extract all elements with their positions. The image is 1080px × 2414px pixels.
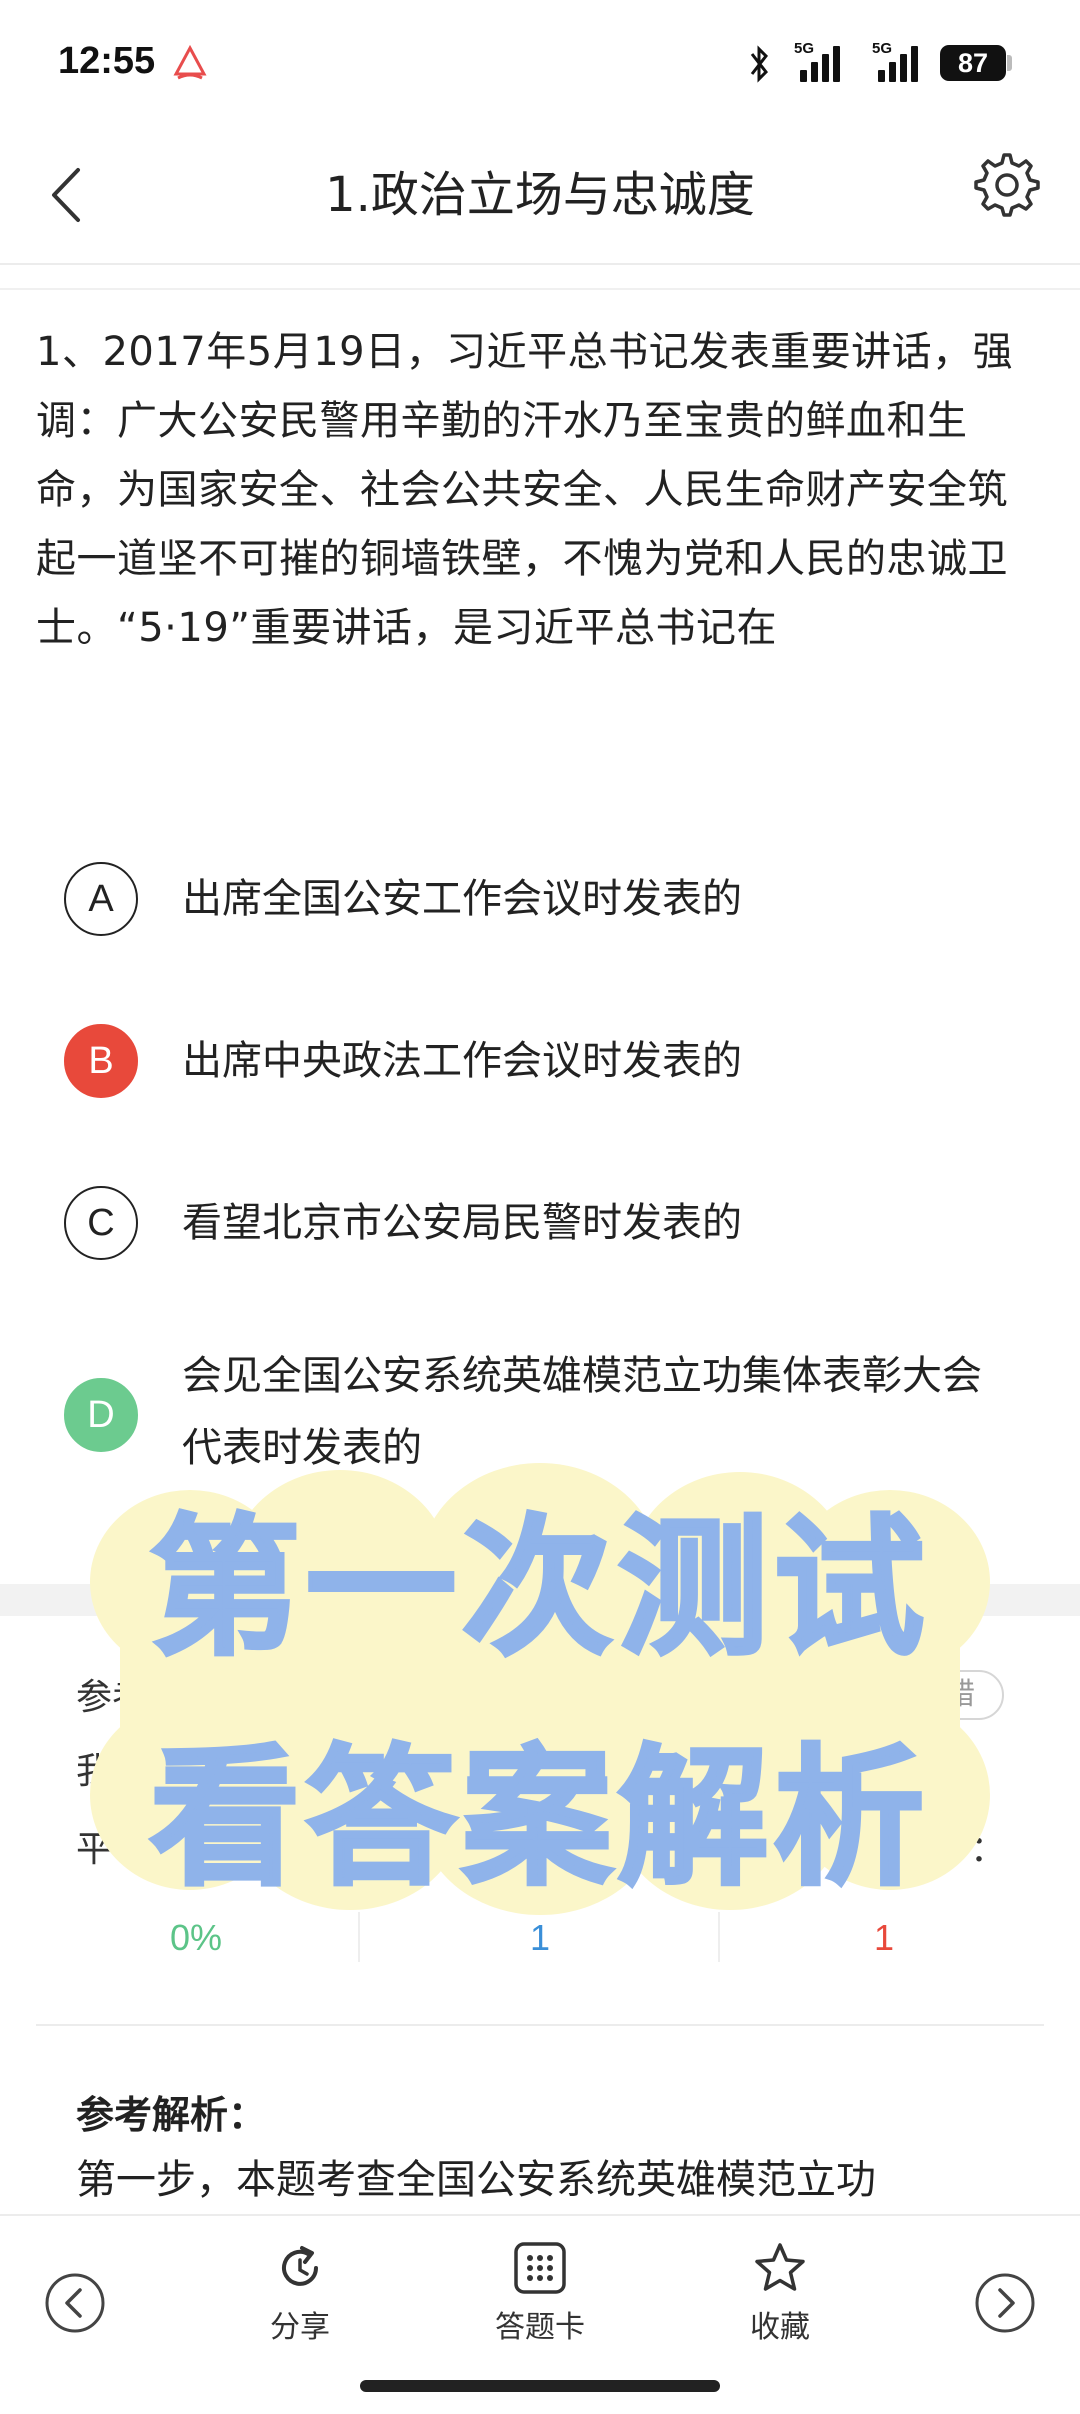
star-icon bbox=[755, 2243, 805, 2291]
reference-answer-value: D bbox=[280, 1668, 306, 1709]
option-c-letter: C bbox=[64, 1186, 138, 1260]
stat-divider bbox=[358, 1912, 360, 1962]
signal-1-icon: 5G bbox=[794, 40, 854, 86]
header-divider bbox=[0, 288, 1080, 290]
analysis-title: 参考解析： bbox=[76, 2093, 267, 2137]
stats-row: 0% 1 1 bbox=[36, 1908, 1044, 1968]
status-bar: 12:55 5G 5G 87 bbox=[0, 0, 1080, 130]
sticker-line-2: 看答案解析 bbox=[150, 1732, 930, 1906]
previous-question-icon[interactable] bbox=[44, 2272, 106, 2334]
answer-card-label: 答题卡 bbox=[495, 2310, 585, 2345]
share-refresh-icon bbox=[282, 2246, 318, 2286]
top-bar: 1.政治立场与忠诚度 bbox=[0, 130, 1080, 265]
status-time: 12:55 bbox=[58, 40, 156, 82]
share-button[interactable]: 分享 bbox=[220, 2240, 380, 2346]
section-divider bbox=[0, 1584, 1080, 1616]
home-indicator[interactable] bbox=[360, 2380, 720, 2392]
reference-answer-label: 参考答案： bbox=[76, 1677, 257, 1718]
option-c[interactable]: C 看望北京市公安局民警时发表的 bbox=[64, 1186, 1024, 1260]
grid-icon bbox=[514, 2242, 566, 2294]
option-a-text: 出席全国公安工作会议时发表的 bbox=[182, 876, 742, 922]
stat-accuracy: 0% bbox=[169, 1917, 223, 1958]
stat-divider bbox=[718, 1912, 720, 1962]
option-b[interactable]: B 出席中央政法工作会议时发表的 bbox=[64, 1024, 1024, 1098]
option-d-letter: D bbox=[64, 1378, 138, 1452]
next-question-icon[interactable] bbox=[974, 2272, 1036, 2334]
feedback-button[interactable]: 反馈纠错 bbox=[826, 1670, 1004, 1720]
option-c-text: 看望北京市公安局民警时发表的 bbox=[182, 1200, 742, 1246]
option-b-letter: B bbox=[64, 1024, 138, 1098]
option-d-text: 会见全国公安系统英雄模范立功集体表彰大会代表时发表的 bbox=[182, 1353, 982, 1471]
bluetooth-icon bbox=[750, 45, 768, 83]
page-title: 1.政治立场与忠诚度 bbox=[325, 167, 755, 223]
my-answer-label: 我 bbox=[76, 1751, 113, 1792]
option-a[interactable]: A 出席全国公安工作会议时发表的 bbox=[64, 862, 1024, 936]
favorite-label: 收藏 bbox=[750, 2310, 810, 2345]
stats-label-right: ： bbox=[969, 1829, 1006, 1870]
option-a-letter: A bbox=[64, 862, 138, 936]
question-text: 1、2017年5月19日，习近平总书记发表重要讲话，强调：广大公安民警用辛勤的汗… bbox=[36, 329, 1014, 651]
analysis-text: 第一步，本题考查全国公安系统英雄模范立功 bbox=[76, 2157, 876, 2203]
stat-done-count: 1 bbox=[529, 1917, 551, 1958]
battery-indicator: 87 bbox=[940, 45, 1006, 81]
analysis-divider bbox=[36, 2024, 1044, 2026]
battery-tip bbox=[1007, 55, 1012, 71]
answer-card-button[interactable]: 答题卡 bbox=[460, 2240, 620, 2346]
favorite-button[interactable]: 收藏 bbox=[700, 2240, 860, 2346]
stats-labels-row: 平 ： bbox=[76, 1820, 1006, 1872]
stats-label-left: 平 bbox=[76, 1829, 113, 1870]
option-b-text: 出席中央政法工作会议时发表的 bbox=[182, 1038, 742, 1084]
settings-gear-icon[interactable] bbox=[972, 150, 1042, 220]
stat-wrong-count: 1 bbox=[873, 1917, 895, 1958]
share-label: 分享 bbox=[270, 2310, 330, 2345]
app-logo-icon bbox=[173, 44, 207, 80]
signal-2-icon: 5G bbox=[872, 40, 932, 86]
option-d[interactable]: D 会见全国公安系统英雄模范立功集体表彰大会代表时发表的 bbox=[64, 1340, 1024, 1490]
